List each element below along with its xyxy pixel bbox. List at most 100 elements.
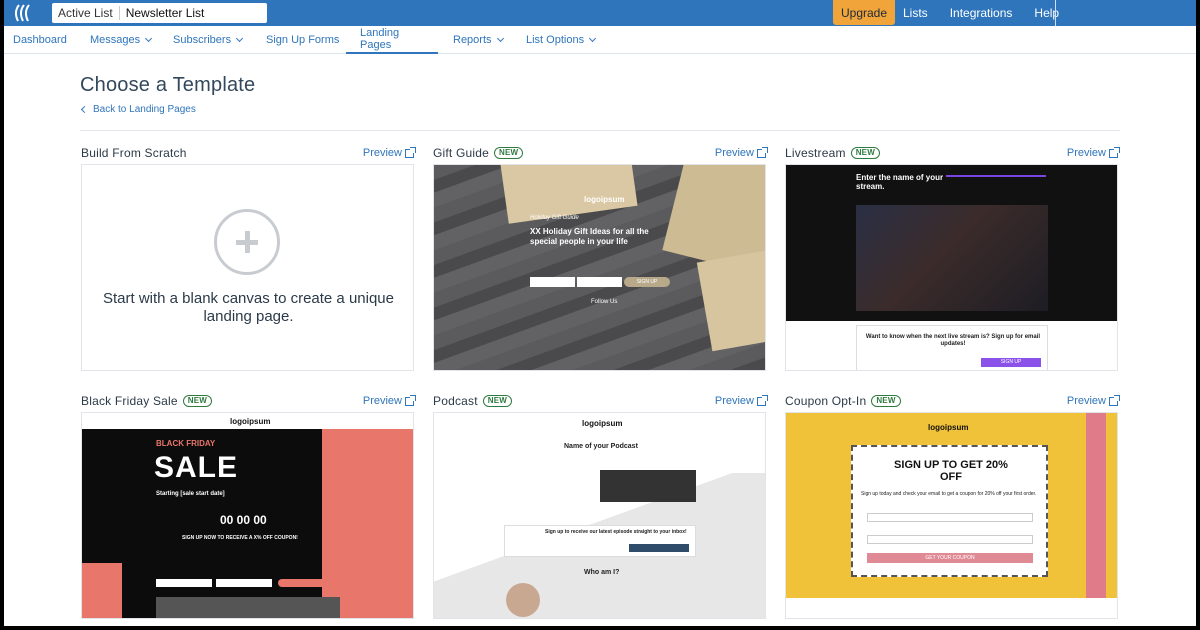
template-thumbnail[interactable]: logoipsum Holiday Gift Guide XX Holiday … xyxy=(433,164,766,371)
subnav-messages[interactable]: Messages xyxy=(90,26,153,54)
preview-link[interactable]: Preview xyxy=(715,394,768,407)
template-card-coupon[interactable]: Coupon Opt-In NEW Preview logoipsum SIGN … xyxy=(785,390,1120,619)
active-list-label: Active List xyxy=(52,6,120,20)
thumb-video-image xyxy=(856,205,1048,311)
thumb-headline: XX Holiday Gift Ideas for all the specia… xyxy=(530,227,649,246)
template-card-gift-guide[interactable]: Gift Guide NEW Preview logoipsum Holiday … xyxy=(433,142,768,371)
template-name: Coupon Opt-In xyxy=(785,394,867,408)
preview-label: Preview xyxy=(362,395,402,407)
template-card-podcast[interactable]: Podcast NEW Preview logoipsum Name of you… xyxy=(433,390,768,619)
preview-link[interactable]: Preview xyxy=(714,146,768,159)
thumb-headline: SIGN UP TO GET 20% OFF xyxy=(894,459,1008,483)
chevron-down-icon xyxy=(145,34,153,43)
nav-integrations[interactable]: Integrations xyxy=(950,6,1013,20)
thumb-sale-text: SALE xyxy=(154,451,239,484)
new-badge: NEW xyxy=(482,395,513,407)
template-thumbnail[interactable]: logoipsum SIGN UP TO GET 20% OFF Sign up… xyxy=(785,412,1118,619)
template-title: Black Friday Sale NEW xyxy=(81,394,213,408)
subnav-subscribers-label: Subscribers xyxy=(173,34,232,46)
thumb-name-field xyxy=(867,513,1033,522)
template-thumbnail[interactable]: logoipsum BLACK FRIDAY SALE Starting [sa… xyxy=(81,412,414,619)
top-divider xyxy=(1055,0,1056,26)
thumb-start: Starting [sale start date] xyxy=(156,491,225,497)
aweber-logo-icon[interactable] xyxy=(12,2,36,24)
template-name: Gift Guide xyxy=(433,146,490,160)
thumb-accent-bar xyxy=(946,175,1046,177)
thumb-kicker: Holiday Gift Guide xyxy=(530,215,579,221)
upgrade-button[interactable]: Upgrade xyxy=(833,0,895,25)
top-bar: Active List Newsletter List Upgrade List… xyxy=(4,0,1196,26)
thumb-email-field xyxy=(216,579,272,587)
thumb-coral-shape xyxy=(82,563,122,618)
thumb-name-field xyxy=(530,277,575,287)
thumb-coupon-button: GET YOUR COUPON xyxy=(867,553,1033,563)
card-header: Coupon Opt-In NEW Preview xyxy=(785,390,1120,412)
template-thumbnail[interactable]: Start with a blank canvas to create a un… xyxy=(81,164,414,371)
preview-link[interactable]: Preview xyxy=(362,146,416,159)
subnav-reports[interactable]: Reports xyxy=(453,26,504,54)
thumb-player xyxy=(600,470,696,502)
active-list-select[interactable]: Active List Newsletter List xyxy=(52,3,267,23)
chevron-left-icon xyxy=(80,105,89,114)
thumb-product-image xyxy=(156,597,340,618)
preview-link[interactable]: Preview xyxy=(1066,146,1120,159)
external-link-icon xyxy=(1109,146,1120,158)
card-header: Livestream NEW Preview xyxy=(785,142,1120,164)
new-badge: NEW xyxy=(850,147,880,159)
subnav-dashboard-label: Dashboard xyxy=(13,34,67,46)
template-title: Coupon Opt-In NEW xyxy=(785,394,901,408)
thumb-signup-form: Sign up to receive our latest episode st… xyxy=(504,525,696,557)
external-link-icon xyxy=(757,146,768,158)
thumb-email-field xyxy=(867,535,1033,544)
template-card-scratch[interactable]: Build From Scratch Preview Start with a … xyxy=(81,142,416,371)
preview-label: Preview xyxy=(1066,147,1106,159)
template-name: Black Friday Sale xyxy=(81,394,178,408)
thumb-sub: Sign up today and check your email to ge… xyxy=(861,491,1037,497)
external-link-icon xyxy=(1109,394,1120,406)
template-thumbnail[interactable]: Enter the name of your stream. Want to k… xyxy=(785,164,1118,371)
subnav-landing-pages[interactable]: Landing Pages xyxy=(346,26,438,54)
subnav-signup-forms[interactable]: Sign Up Forms xyxy=(266,26,339,54)
preview-link[interactable]: Preview xyxy=(1066,394,1120,407)
thumb-email-field xyxy=(577,277,622,287)
thumb-signup-button: SIGN UP xyxy=(981,358,1041,367)
app-frame: Active List Newsletter List Upgrade List… xyxy=(4,0,1196,626)
template-name: Podcast xyxy=(433,394,478,408)
preview-label: Preview xyxy=(1066,395,1106,407)
thumb-logo: logoipsum xyxy=(584,195,625,204)
template-name: Livestream xyxy=(785,146,846,160)
preview-link[interactable]: Preview xyxy=(362,394,416,407)
thumb-pink-stripe xyxy=(1086,413,1106,618)
preview-label: Preview xyxy=(362,147,402,159)
template-card-black-friday[interactable]: Black Friday Sale NEW Preview logoipsum B… xyxy=(81,390,416,619)
thumb-coupon-line: SIGN UP NOW TO RECEIVE A X% OFF COUPON! xyxy=(182,535,298,541)
thumb-signup-button xyxy=(278,579,338,587)
thumb-signup-form: Want to know when the next live stream i… xyxy=(856,325,1048,370)
thumb-coral-shape xyxy=(322,429,413,618)
thumb-kicker: BLACK FRIDAY xyxy=(156,439,216,448)
chevron-down-icon xyxy=(236,34,244,43)
subnav-messages-label: Messages xyxy=(90,34,141,46)
subnav-dashboard[interactable]: Dashboard xyxy=(13,26,67,54)
thumb-form-title: Want to know when the next live stream i… xyxy=(865,334,1041,347)
thumb-who: Who am I? xyxy=(584,569,620,576)
blank-canvas-text: Start with a blank canvas to create a un… xyxy=(102,290,394,325)
template-name: Build From Scratch xyxy=(81,146,187,160)
card-header: Podcast NEW Preview xyxy=(433,390,768,412)
divider xyxy=(80,130,1120,131)
subnav-list-options[interactable]: List Options xyxy=(526,26,597,54)
preview-label: Preview xyxy=(714,147,754,159)
template-title: Livestream NEW xyxy=(785,146,880,160)
external-link-icon xyxy=(757,394,768,406)
subnav-signup-forms-label: Sign Up Forms xyxy=(266,34,340,46)
thumb-headline: Name of your Podcast xyxy=(564,443,638,450)
gift-box-image xyxy=(696,248,765,352)
plus-circle-icon xyxy=(214,209,280,275)
back-to-landing-pages-link[interactable]: Back to Landing Pages xyxy=(80,104,196,115)
sub-nav: Dashboard Messages Subscribers Sign Up F… xyxy=(4,26,1196,54)
card-header: Gift Guide NEW Preview xyxy=(433,142,768,164)
template-thumbnail[interactable]: logoipsum Name of your Podcast Sign up t… xyxy=(433,412,766,619)
nav-lists[interactable]: Lists xyxy=(903,6,928,20)
subnav-subscribers[interactable]: Subscribers xyxy=(173,26,244,54)
template-card-livestream[interactable]: Livestream NEW Preview Enter the name of … xyxy=(785,142,1120,371)
